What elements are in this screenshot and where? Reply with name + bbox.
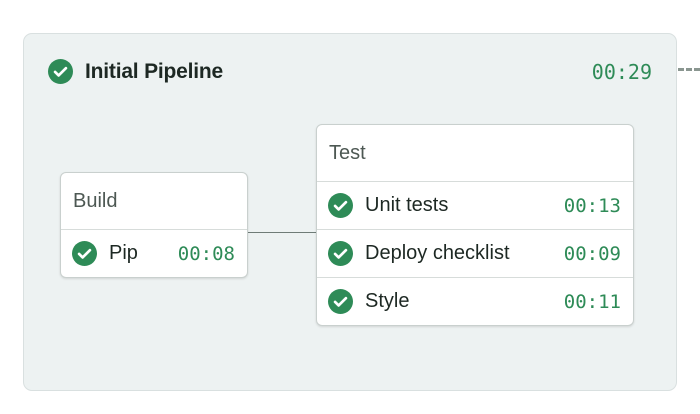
pipeline-header: Initial Pipeline bbox=[48, 59, 223, 84]
job-name: Style bbox=[365, 290, 410, 312]
job-name: Unit tests bbox=[365, 194, 449, 216]
job-deploy-checklist[interactable]: Deploy checklist 00:09 bbox=[317, 229, 633, 277]
job-name: Deploy checklist bbox=[365, 242, 510, 264]
job-pip[interactable]: Pip 00:08 bbox=[61, 229, 247, 277]
pipeline-title[interactable]: Initial Pipeline bbox=[85, 60, 223, 84]
job-name: Pip bbox=[109, 242, 138, 264]
job-duration: 00:08 bbox=[177, 242, 235, 265]
job-unit-tests[interactable]: Unit tests 00:13 bbox=[317, 181, 633, 229]
job-duration: 00:09 bbox=[563, 242, 621, 265]
promotion-connector bbox=[678, 68, 700, 71]
job-duration: 00:13 bbox=[563, 194, 621, 217]
block-test: Test Unit tests 00:13 Deploy checklist 0… bbox=[316, 124, 634, 326]
block-title: Build bbox=[73, 190, 118, 212]
block-build: Build Pip 00:08 bbox=[60, 172, 248, 278]
check-circle-icon bbox=[328, 193, 353, 218]
job-style[interactable]: Style 00:11 bbox=[317, 277, 633, 325]
check-circle-icon bbox=[328, 289, 353, 314]
check-circle-icon bbox=[72, 241, 97, 266]
check-circle-icon bbox=[48, 59, 73, 84]
block-title: Test bbox=[329, 142, 366, 164]
check-circle-icon bbox=[328, 241, 353, 266]
job-duration: 00:11 bbox=[563, 290, 621, 313]
pipeline-duration: 00:29 bbox=[591, 60, 652, 84]
block-connector-line bbox=[248, 232, 316, 233]
